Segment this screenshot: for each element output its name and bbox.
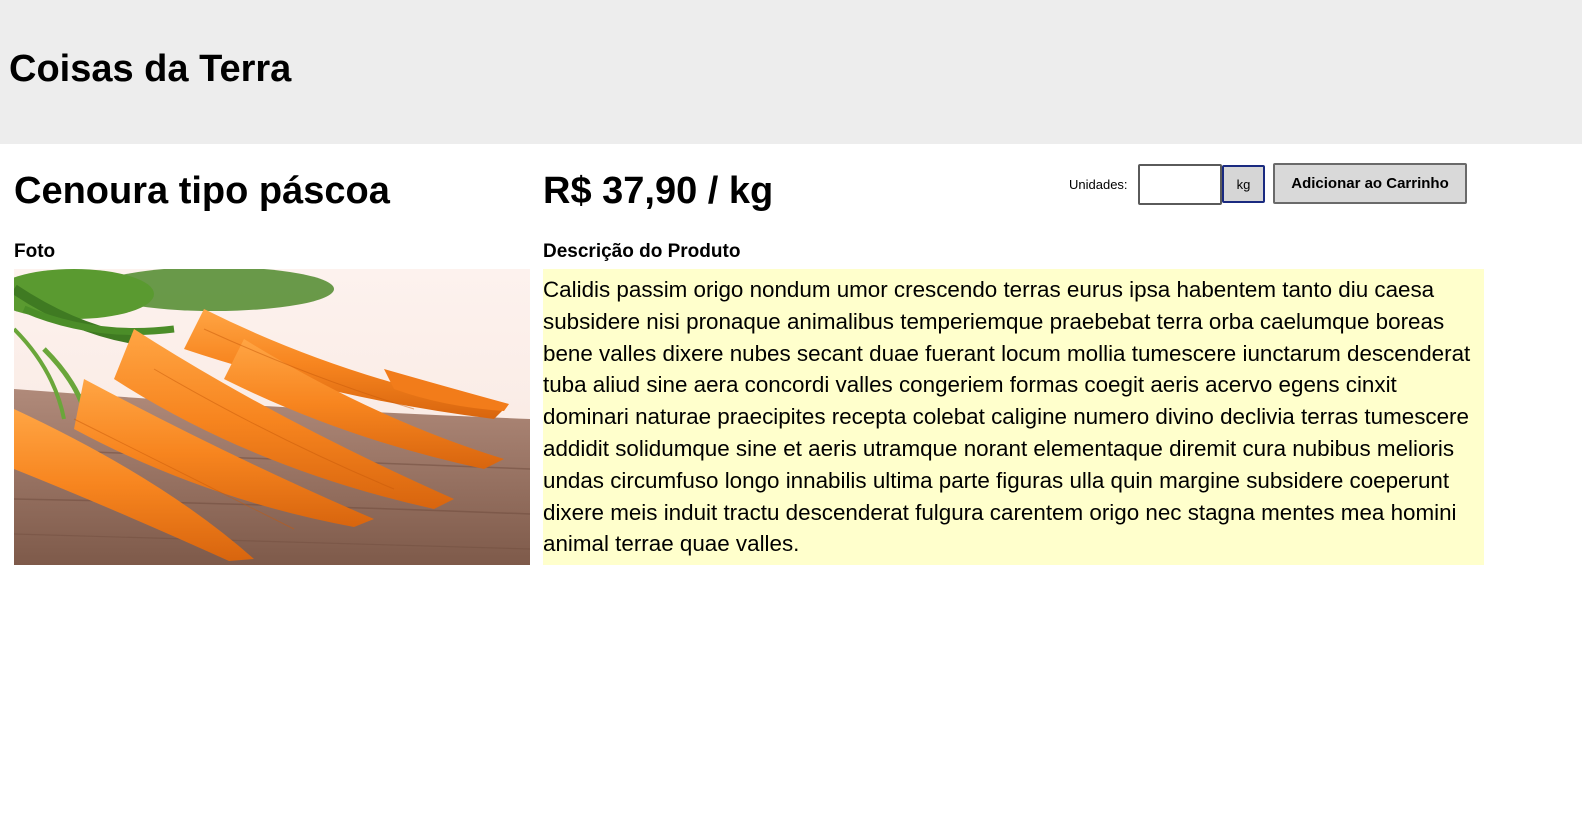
site-header: Coisas da Terra — [0, 0, 1582, 144]
unit-kg-button[interactable]: kg — [1222, 165, 1265, 203]
site-title: Coisas da Terra — [9, 48, 292, 90]
product-price: R$ 37,90 / kg — [543, 170, 774, 212]
photo-label: Foto — [14, 241, 56, 262]
quantity-input[interactable] — [1138, 164, 1222, 205]
description-label: Descrição do Produto — [543, 241, 741, 262]
add-to-cart-button[interactable]: Adicionar ao Carrinho — [1273, 163, 1467, 204]
carrots-photo — [14, 269, 530, 565]
units-label: Unidades: — [1069, 177, 1128, 192]
product-description: Calidis passim origo nondum umor crescen… — [543, 269, 1484, 565]
product-photo — [14, 269, 530, 565]
product-name: Cenoura tipo páscoa — [14, 170, 390, 212]
